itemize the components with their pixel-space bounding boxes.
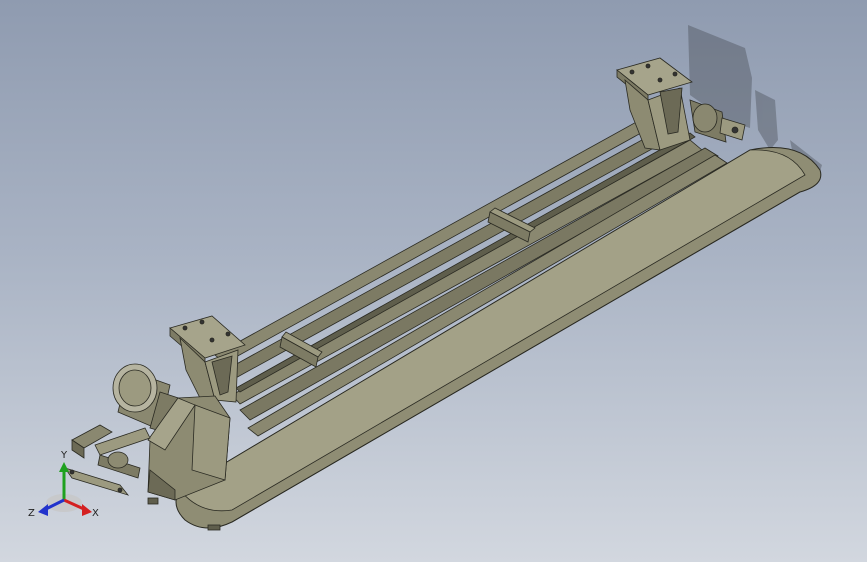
model-view[interactable]: Y X Z <box>0 0 867 562</box>
near-bracket[interactable] <box>169 315 246 403</box>
actuator-assembly[interactable] <box>64 424 151 496</box>
graphics-viewport[interactable]: Y X Z <box>0 0 867 562</box>
y-label: Y <box>60 450 68 461</box>
z-arrow <box>38 504 48 516</box>
y-arrow <box>59 462 69 472</box>
view-triad: Y X Z <box>28 450 99 519</box>
x-label: X <box>92 508 99 519</box>
z-label: Z <box>28 508 35 519</box>
x-arrow <box>82 504 92 516</box>
